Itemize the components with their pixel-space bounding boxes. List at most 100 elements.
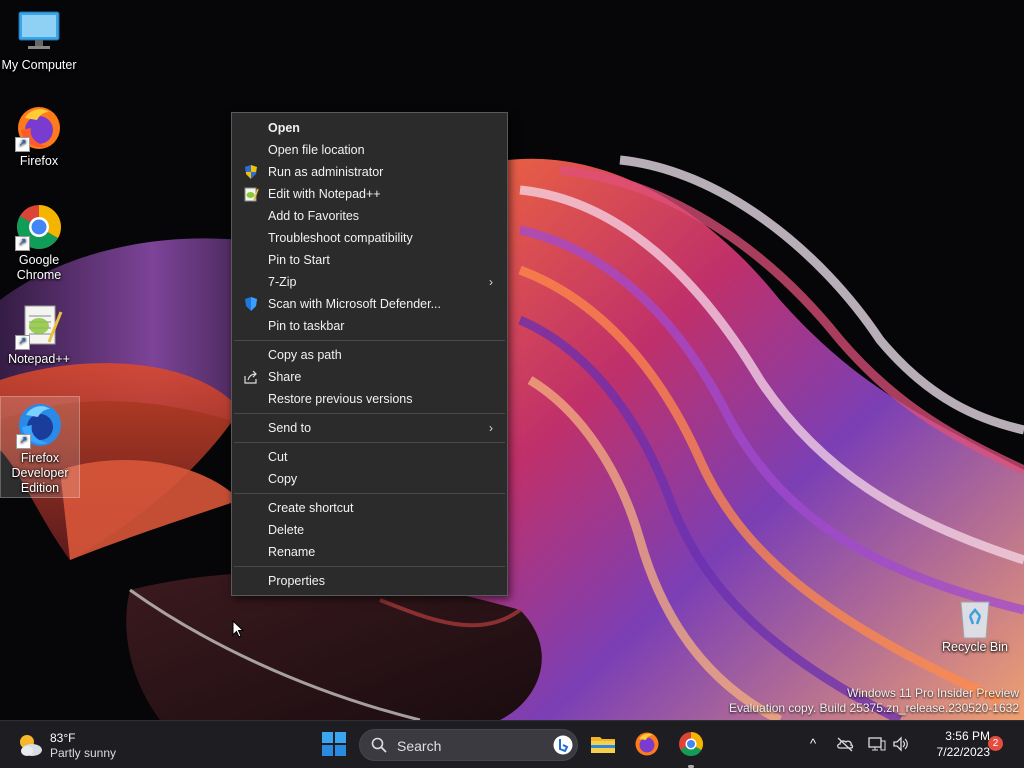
menu-item-create-shortcut[interactable]: Create shortcut [234,497,505,519]
desktop-icon-notepadpp[interactable]: ↗ Notepad++ [0,302,78,367]
notepadpp-icon [243,186,259,202]
desktop-icon-label: Firefox Developer Edition [11,451,69,495]
menu-item-pin-to-taskbar[interactable]: Pin to taskbar [234,315,505,337]
menu-item-copy-as-path[interactable]: Copy as path [234,344,505,366]
shortcut-arrow-icon: ↗ [15,236,30,251]
taskbar-chrome-icon[interactable] [678,731,704,757]
menu-item-label: Troubleshoot compatibility [268,231,413,245]
firefox-icon: ↗ [15,104,63,152]
shortcut-arrow-icon: ↗ [15,137,30,152]
menu-item-add-to-favorites[interactable]: Add to Favorites [234,205,505,227]
taskbar-firefox-icon[interactable] [634,731,660,757]
menu-item-label: Copy as path [268,348,342,362]
start-button[interactable] [322,732,346,756]
menu-separator [234,442,505,443]
menu-item-label: Rename [268,545,316,559]
menu-item-share[interactable]: Share [234,366,505,388]
share-icon [243,369,259,385]
chrome-icon: ↗ [15,203,63,251]
clock-date: 7/22/2023 [936,745,990,759]
menu-item-run-as-administrator[interactable]: Run as administrator [234,161,505,183]
uac-shield-icon [243,164,259,180]
menu-item-troubleshoot-compatibility[interactable]: Troubleshoot compatibility [234,227,505,249]
menu-item-rename[interactable]: Rename [234,541,505,563]
network-icon[interactable] [868,735,886,753]
taskbar-search-box[interactable]: Search [359,729,578,761]
menu-item-restore-previous-versions[interactable]: Restore previous versions [234,388,505,410]
submenu-chevron-icon: › [489,421,493,435]
recycle-bin-icon [955,598,995,639]
desktop-icon-firefox-developer-edition[interactable]: ↗ Firefox Developer Edition [0,396,80,498]
mouse-cursor-icon [232,619,245,638]
desktop-icon-label: Firefox [19,154,59,168]
menu-item-label: Share [268,370,302,384]
menu-separator [234,566,505,567]
menu-separator [234,413,505,414]
menu-item-send-to[interactable]: Send to › [234,417,505,439]
menu-item-label: Send to [268,421,312,435]
bing-icon[interactable] [553,735,573,755]
wallpaper-bloom-art [0,155,1024,720]
menu-item-edit-with-notepadpp[interactable]: Edit with Notepad++ [234,183,505,205]
shortcut-arrow-icon: ↗ [16,434,31,449]
tray-overflow-chevron-icon[interactable]: ^ [804,735,822,753]
menu-item-label: Open [268,121,300,135]
menu-item-cut[interactable]: Cut [234,446,505,468]
menu-item-label: Copy [268,472,298,486]
desktop-icon-label: Recycle Bin [942,640,1008,654]
menu-item-open-file-location[interactable]: Open file location [234,139,505,161]
menu-item-label: 7-Zip [268,275,297,289]
menu-separator [234,493,505,494]
shortcut-arrow-icon: ↗ [15,335,30,350]
menu-item-label: Cut [268,450,288,464]
menu-item-label: Delete [268,523,305,537]
submenu-chevron-icon: › [489,275,493,289]
watermark-edition: Windows 11 Pro Insider Preview [847,686,1019,700]
search-icon [371,737,387,753]
firefox-developer-edition-icon: ↗ [16,401,64,449]
search-label: Search [397,738,442,754]
desktop-icon-google-chrome[interactable]: ↗ Google Chrome [0,203,78,283]
onedrive-cloud-off-icon[interactable] [836,735,854,753]
menu-item-pin-to-start[interactable]: Pin to Start [234,249,505,271]
context-menu: Open Open file location Run as administr… [231,112,508,596]
desktop-wallpaper [0,0,1024,720]
weather-temperature: 83°F [50,731,76,745]
menu-item-label: Edit with Notepad++ [268,187,381,201]
windows-logo-icon [322,732,346,756]
weather-condition: Partly sunny [50,746,117,760]
desktop-icon-firefox[interactable]: ↗ Firefox [0,104,78,169]
menu-item-label: Add to Favorites [268,209,360,223]
menu-item-label: Pin to Start [268,253,330,267]
menu-item-label: Run as administrator [268,165,384,179]
watermark-build: Evaluation copy. Build 25375.zn_release.… [729,701,1019,715]
menu-item-copy[interactable]: Copy [234,468,505,490]
menu-item-delete[interactable]: Delete [234,519,505,541]
desktop-icon-label: Google Chrome [16,253,62,282]
menu-item-label: Scan with Microsoft Defender... [268,297,441,311]
menu-item-open[interactable]: Open [234,117,505,139]
menu-item-label: Create shortcut [268,501,354,515]
weather-widget[interactable]: 83°F Partly sunny [14,729,134,763]
taskbar-file-explorer-icon[interactable] [590,731,616,757]
taskbar: 83°F Partly sunny Search ^ 3:56 PM 7/22/… [0,720,1024,768]
monitor-icon [15,8,63,56]
menu-item-label: Open file location [268,143,365,157]
menu-item-label: Pin to taskbar [268,319,345,333]
volume-icon[interactable] [892,735,910,753]
notification-count-badge[interactable]: 2 [988,736,1003,751]
desktop-icon-label: Notepad++ [8,352,70,366]
menu-item-scan-with-defender[interactable]: Scan with Microsoft Defender... [234,293,505,315]
menu-item-7zip[interactable]: 7-Zip › [234,271,505,293]
desktop-icon-label: My Computer [1,58,77,72]
menu-item-properties[interactable]: Properties [234,570,505,592]
desktop-icon-my-computer[interactable]: My Computer [0,8,78,73]
taskbar-clock[interactable]: 3:56 PM 7/22/2023 [916,728,990,760]
defender-shield-icon [243,296,259,312]
clock-time: 3:56 PM [945,729,990,743]
desktop-icon-recycle-bin[interactable]: Recycle Bin [936,598,1014,655]
menu-separator [234,340,505,341]
menu-item-label: Restore previous versions [268,392,413,406]
notepadpp-icon: ↗ [15,302,63,350]
menu-item-label: Properties [268,574,325,588]
